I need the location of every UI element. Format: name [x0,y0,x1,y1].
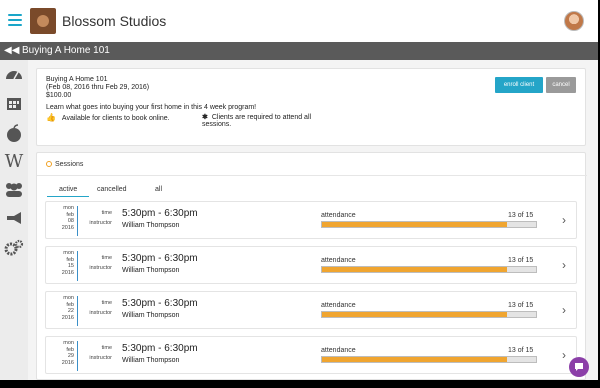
attend-note: ✱ Clients are required to attend all [202,113,311,121]
tab-all[interactable]: all [155,186,162,196]
tab-cancelled[interactable]: cancelled [97,186,127,196]
session-row[interactable]: mon feb 29 2016 time instructor 5:30pm - 6:30p… [45,336,577,374]
date-divider [77,341,78,371]
asterisk-icon: ✱ [202,114,208,121]
date-divider [77,296,78,326]
session-row[interactable]: mon feb 22 2016 time instructor 5:30pm - 6:30p… [45,291,577,329]
time-label: time [101,300,112,306]
chat-icon [575,363,583,371]
program-description: Learn what goes into buying your first h… [46,104,257,111]
attendance-bar [321,356,537,363]
sessions-card: Sessions active cancelled all mon feb 08 20… [36,152,587,380]
attendance-count: 13 of 15 [508,302,534,309]
calendar-icon[interactable] [4,95,24,115]
user-avatar[interactable] [564,11,584,31]
attendance-count: 13 of 15 [508,212,534,219]
instructor-label: instructor [89,265,112,271]
program-info-card: Buying A Home 101 (Feb 08, 2016 thru Feb… [36,68,586,146]
time-label: time [101,210,112,216]
session-date: mon feb 15 2016 [52,250,74,276]
date-divider [77,206,78,236]
megaphone-icon[interactable] [4,210,24,230]
session-year: 2016 [61,269,74,276]
attendance-count: 13 of 15 [508,257,534,264]
instructor-label: instructor [89,220,112,226]
page-title: Buying A Home 101 [22,45,110,56]
thumbs-up-icon: 👍 [46,113,56,122]
session-row[interactable]: mon feb 08 2016 time instructor 5:30pm - 6:30p… [45,201,577,239]
app-window: Blossom Studios ◀◀ Buying A Home 101 W B… [0,0,598,380]
cancel-program-button[interactable]: cancel [546,77,576,93]
session-year: 2016 [61,359,74,366]
session-date: mon feb 08 2016 [52,205,74,231]
time-label: time [101,255,112,261]
program-dates: (Feb 08, 2016 thru Feb 29, 2016) [46,84,150,91]
time-label: time [101,345,112,351]
tab-active[interactable]: active [47,186,90,197]
attendance-label: attendance [321,257,356,264]
sessions-heading-text: Sessions [55,161,84,168]
enroll-client-button[interactable]: enroll client [495,77,543,93]
session-instructor: William Thompson [122,267,180,274]
attendance-bar [321,221,537,228]
screen-frame: Blossom Studios ◀◀ Buying A Home 101 W B… [0,0,600,388]
workout-icon[interactable]: W [4,152,24,172]
menu-icon[interactable] [8,14,22,26]
session-instructor: William Thompson [122,222,180,229]
top-bar: Blossom Studios [0,0,598,42]
session-instructor: William Thompson [122,312,180,319]
chat-help-button[interactable] [569,357,589,377]
booking-note: 👍 Available for clients to book online. [46,113,170,122]
attendance-label: attendance [321,347,356,354]
chevron-right-icon[interactable]: › [562,303,566,317]
session-date: mon feb 29 2016 [52,340,74,366]
attendance-bar-fill [322,267,508,272]
apple-icon[interactable] [4,124,24,144]
gears-icon[interactable] [4,239,24,259]
session-date: mon feb 22 2016 [52,295,74,321]
program-name: Buying A Home 101 [46,76,108,83]
clients-icon[interactable] [4,181,24,201]
attendance-label: attendance [321,302,356,309]
chevron-right-icon[interactable]: › [562,213,566,227]
divider [37,175,587,176]
attend-note-text: Clients are required to attend all [211,114,312,121]
session-time: 5:30pm - 6:30pm [122,253,198,264]
program-price: $100.00 [46,92,72,99]
date-divider [77,251,78,281]
session-time: 5:30pm - 6:30pm [122,343,198,354]
attendance-bar [321,311,537,318]
attend-note-cont: sessions. [202,121,232,128]
sessions-dot-icon [46,161,52,167]
attendance-bar-fill [322,222,508,227]
session-row[interactable]: mon feb 15 2016 time instructor 5:30pm - 6:30p… [45,246,577,284]
chevron-right-icon[interactable]: › [562,348,566,362]
studio-logo [30,8,56,34]
session-time: 5:30pm - 6:30pm [122,298,198,309]
back-icon[interactable]: ◀◀ [4,45,19,57]
attendance-count: 13 of 15 [508,347,534,354]
session-time: 5:30pm - 6:30pm [122,208,198,219]
brand-name: Blossom Studios [62,13,167,29]
attendance-bar-fill [322,312,508,317]
session-year: 2016 [61,224,74,231]
booking-note-text: Available for clients to book online. [61,115,170,122]
dashboard-icon[interactable] [4,66,24,86]
session-instructor: William Thompson [122,357,180,364]
attendance-bar-fill [322,357,508,362]
attendance-bar [321,266,537,273]
sessions-heading: Sessions [46,161,83,168]
session-year: 2016 [61,314,74,321]
sidebar: W [0,60,28,380]
attendance-label: attendance [321,212,356,219]
instructor-label: instructor [89,310,112,316]
instructor-label: instructor [89,355,112,361]
chevron-right-icon[interactable]: › [562,258,566,272]
title-bar: ◀◀ Buying A Home 101 [0,42,598,60]
